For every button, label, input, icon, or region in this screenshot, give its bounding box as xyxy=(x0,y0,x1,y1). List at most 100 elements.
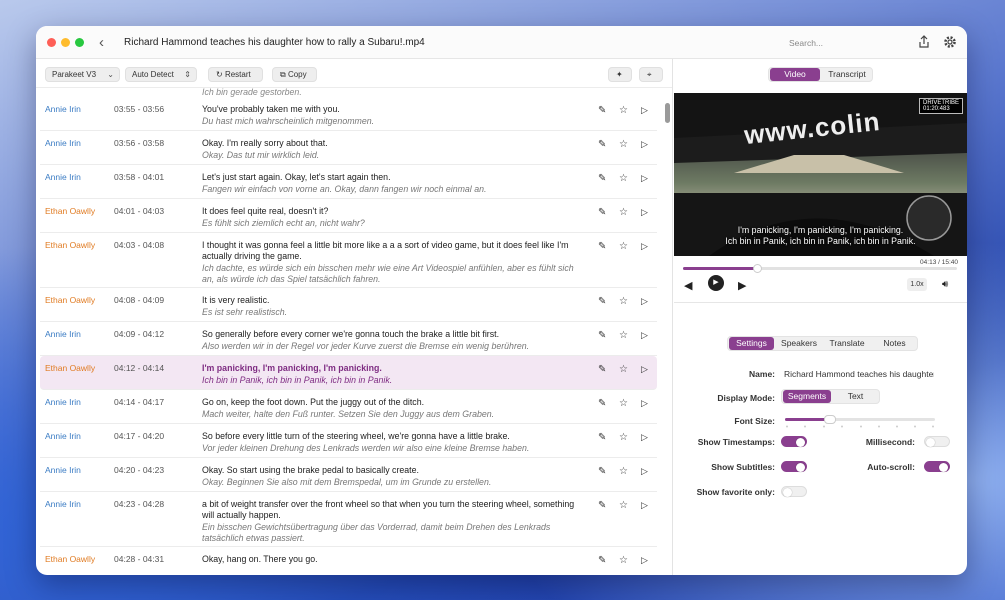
back-chevron-icon[interactable]: ‹ xyxy=(99,34,104,51)
edit-pencil-icon[interactable]: ✎ xyxy=(598,173,606,184)
font-size-knob[interactable] xyxy=(824,415,836,424)
language-select[interactable]: Auto Detect ⇕ xyxy=(125,67,197,82)
speaker-name[interactable]: Annie Irin xyxy=(45,138,81,148)
segment-time[interactable]: 04:20 - 04:23 xyxy=(114,465,164,475)
speaker-name[interactable]: Annie Irin xyxy=(45,329,81,339)
speaker-name[interactable]: Annie Irin xyxy=(45,172,81,182)
speaker-name[interactable]: Ethan Oawlly xyxy=(45,240,95,250)
segment-text[interactable]: It is very realistic. Es ist sehr realist… xyxy=(202,295,587,318)
segment-row[interactable]: Annie Irin 03:58 - 04:01 Let's just start … xyxy=(40,165,657,199)
speaker-name[interactable]: Ethan Oawlly xyxy=(45,206,95,216)
video-progress-knob[interactable] xyxy=(752,264,762,273)
auto-scroll-toggle[interactable] xyxy=(924,461,950,472)
zoom-window-button[interactable] xyxy=(75,38,84,47)
segment-text[interactable]: a bit of weight transfer over the front … xyxy=(202,499,587,544)
gear-icon[interactable] xyxy=(941,33,959,51)
segment-row[interactable]: Annie Irin 03:55 - 03:56 You've probably t… xyxy=(40,97,657,131)
edit-pencil-icon[interactable]: ✎ xyxy=(598,241,606,252)
segment-text[interactable]: Go on, keep the foot down. Put the juggy… xyxy=(202,397,587,420)
segment-time[interactable]: 04:28 - 04:31 xyxy=(114,554,164,564)
star-icon[interactable]: ☆ xyxy=(619,139,628,150)
segment-text[interactable]: Let's just start again. Okay, let's star… xyxy=(202,172,587,195)
name-field[interactable]: Richard Hammond teaches his daughter xyxy=(784,369,934,379)
segment-text[interactable]: You've probably taken me with you. Du has… xyxy=(202,104,587,127)
segment-text[interactable]: So before every little turn of the steer… xyxy=(202,431,587,454)
edit-pencil-icon[interactable]: ✎ xyxy=(598,139,606,150)
video-player[interactable]: www.colin DRIVETRIBE 01:20:483 I'm panick… xyxy=(674,93,967,256)
segment-text[interactable]: I'm panicking, I'm panicking, I'm panick… xyxy=(202,363,587,386)
edit-pencil-icon[interactable]: ✎ xyxy=(598,330,606,341)
edit-pencil-icon[interactable]: ✎ xyxy=(598,207,606,218)
segment-time[interactable]: 03:55 - 03:56 xyxy=(114,104,164,114)
segment-row[interactable]: Annie Irin 04:17 - 04:20 So before every l… xyxy=(40,424,657,458)
tab-settings[interactable]: Settings xyxy=(729,337,774,350)
star-icon[interactable]: ☆ xyxy=(619,466,628,477)
edit-pencil-icon[interactable]: ✎ xyxy=(598,364,606,375)
segment-time[interactable]: 03:56 - 03:58 xyxy=(114,138,164,148)
segment-row[interactable]: Annie Irin 04:23 - 04:28 a bit of weight t… xyxy=(40,492,657,547)
play-segment-icon[interactable]: ▷ xyxy=(641,207,648,218)
play-segment-icon[interactable]: ▷ xyxy=(641,432,648,443)
segment-row[interactable]: Ethan Oawlly 04:28 - 04:31 Okay, hang on. … xyxy=(40,547,657,575)
segment-time[interactable]: 04:01 - 04:03 xyxy=(114,206,164,216)
model-select[interactable]: Parakeet V3 ⌄ xyxy=(45,67,120,82)
close-window-button[interactable] xyxy=(47,38,56,47)
minimize-window-button[interactable] xyxy=(61,38,70,47)
segment-time[interactable]: 04:14 - 04:17 xyxy=(114,397,164,407)
segment-row[interactable]: Ethan Oawlly 04:03 - 04:08 I thought it wa… xyxy=(40,233,657,288)
segment-time[interactable]: 04:23 - 04:28 xyxy=(114,499,164,509)
play-segment-icon[interactable]: ▷ xyxy=(641,241,648,252)
show-favorite-toggle[interactable] xyxy=(781,486,807,497)
forward-icon[interactable]: ▶ xyxy=(738,279,746,292)
speaker-name[interactable]: Ethan Oawlly xyxy=(45,363,95,373)
tab-notes[interactable]: Notes xyxy=(872,337,917,350)
tab-translate[interactable]: Translate xyxy=(824,337,870,350)
segment-row[interactable]: Ethan Oawlly 04:12 - 04:14 I'm panicking, … xyxy=(40,356,657,390)
speaker-name[interactable]: Annie Irin xyxy=(45,499,81,509)
restart-button[interactable]: ↻ Restart xyxy=(208,67,263,82)
speaker-name[interactable]: Annie Irin xyxy=(45,104,81,114)
rewind-icon[interactable]: ◀ xyxy=(684,279,692,292)
speaker-name[interactable]: Annie Irin xyxy=(45,431,81,441)
segment-row[interactable]: Annie Irin 04:20 - 04:23 Okay. So start us… xyxy=(40,458,657,492)
star-icon[interactable]: ☆ xyxy=(619,398,628,409)
edit-pencil-icon[interactable]: ✎ xyxy=(598,398,606,409)
segment-text[interactable]: So generally before every corner we're g… xyxy=(202,329,587,352)
edit-pencil-icon[interactable]: ✎ xyxy=(598,500,606,511)
play-segment-icon[interactable]: ▷ xyxy=(641,500,648,511)
segment-time[interactable]: 04:08 - 04:09 xyxy=(114,295,164,305)
segment-time[interactable]: 04:17 - 04:20 xyxy=(114,431,164,441)
edit-pencil-icon[interactable]: ✎ xyxy=(598,296,606,307)
search-field[interactable]: Search... xyxy=(780,31,912,53)
play-segment-icon[interactable]: ▷ xyxy=(641,330,648,341)
play-segment-icon[interactable]: ▷ xyxy=(641,398,648,409)
play-segment-icon[interactable]: ▷ xyxy=(641,105,648,116)
segment-text[interactable]: It does feel quite real, doesn't it? Es f… xyxy=(202,206,587,229)
volume-icon[interactable]: 🔊︎ xyxy=(942,279,948,290)
display-mode-segments[interactable]: Segments xyxy=(783,390,831,403)
millisecond-toggle[interactable] xyxy=(924,436,950,447)
star-icon[interactable]: ☆ xyxy=(619,330,628,341)
play-segment-icon[interactable]: ▷ xyxy=(641,296,648,307)
display-mode-text[interactable]: Text xyxy=(832,390,879,403)
edit-pencil-icon[interactable]: ✎ xyxy=(598,432,606,443)
star-icon[interactable]: ☆ xyxy=(619,296,628,307)
segment-text[interactable]: Okay. I'm really sorry about that. Okay. … xyxy=(202,138,587,161)
segment-time[interactable]: 04:03 - 04:08 xyxy=(114,240,164,250)
segment-row[interactable]: Ethan Oawlly 04:08 - 04:09 It is very real… xyxy=(40,288,657,322)
speaker-name[interactable]: Annie Irin xyxy=(45,465,81,475)
star-icon[interactable]: ☆ xyxy=(619,364,628,375)
segment-text[interactable]: Okay. So start using the brake pedal to … xyxy=(202,465,587,488)
tab-transcript[interactable]: Transcript xyxy=(822,68,872,81)
star-icon[interactable]: ☆ xyxy=(619,555,628,566)
star-icon[interactable]: ☆ xyxy=(619,207,628,218)
playback-rate-button[interactable]: 1.0x xyxy=(907,278,927,291)
tab-speakers[interactable]: Speakers xyxy=(776,337,822,350)
show-timestamps-toggle[interactable] xyxy=(781,436,807,447)
segment-list[interactable]: Ich bin gerade gestorben. Annie Irin 03:5… xyxy=(36,88,673,575)
magic-wand-button[interactable]: ✦ xyxy=(608,67,632,82)
segment-text[interactable]: I thought it was gonna feel a little bit… xyxy=(202,240,587,285)
segment-row[interactable]: Annie Irin 04:09 - 04:12 So generally befo… xyxy=(40,322,657,356)
speaker-name[interactable]: Ethan Oawlly xyxy=(45,295,95,305)
tab-video[interactable]: Video xyxy=(770,68,820,81)
